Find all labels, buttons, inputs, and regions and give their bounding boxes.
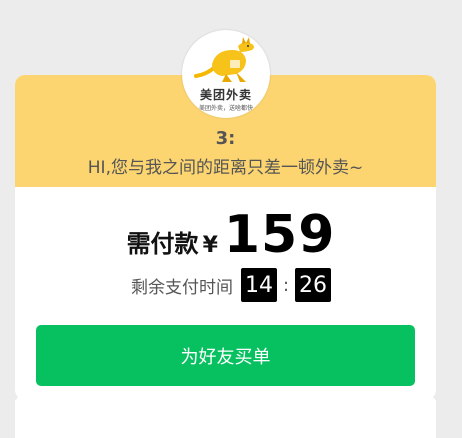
currency-symbol: ¥ (202, 233, 218, 258)
brand-logo: 美团外卖 美团外卖，送啥都快 (182, 30, 270, 118)
timer-seconds: 26 (295, 268, 332, 302)
brand-name: 美团外卖 (199, 88, 252, 102)
greeting-number: 3: (215, 128, 236, 149)
amount-value: 159 (223, 205, 336, 265)
ticket-bottom (15, 395, 436, 438)
greeting-message: HI,您与我之间的距离只差一顿外卖~ (87, 158, 364, 178)
pay-for-friend-button[interactable]: 为好友买单 (36, 325, 415, 386)
timer-label: 剩余支付时间 (130, 277, 233, 298)
timer-separator: : (282, 274, 290, 296)
countdown-timer: 剩余支付时间 14 : 26 (0, 268, 462, 302)
kangaroo-icon (194, 37, 254, 82)
scalloped-edge (15, 395, 436, 406)
timer-minutes: 14 (240, 268, 277, 302)
brand-tagline: 美团外卖，送啥都快 (198, 105, 253, 112)
amount-row: 需付款 ¥ 159 (0, 205, 462, 265)
amount-label: 需付款 (126, 230, 199, 258)
